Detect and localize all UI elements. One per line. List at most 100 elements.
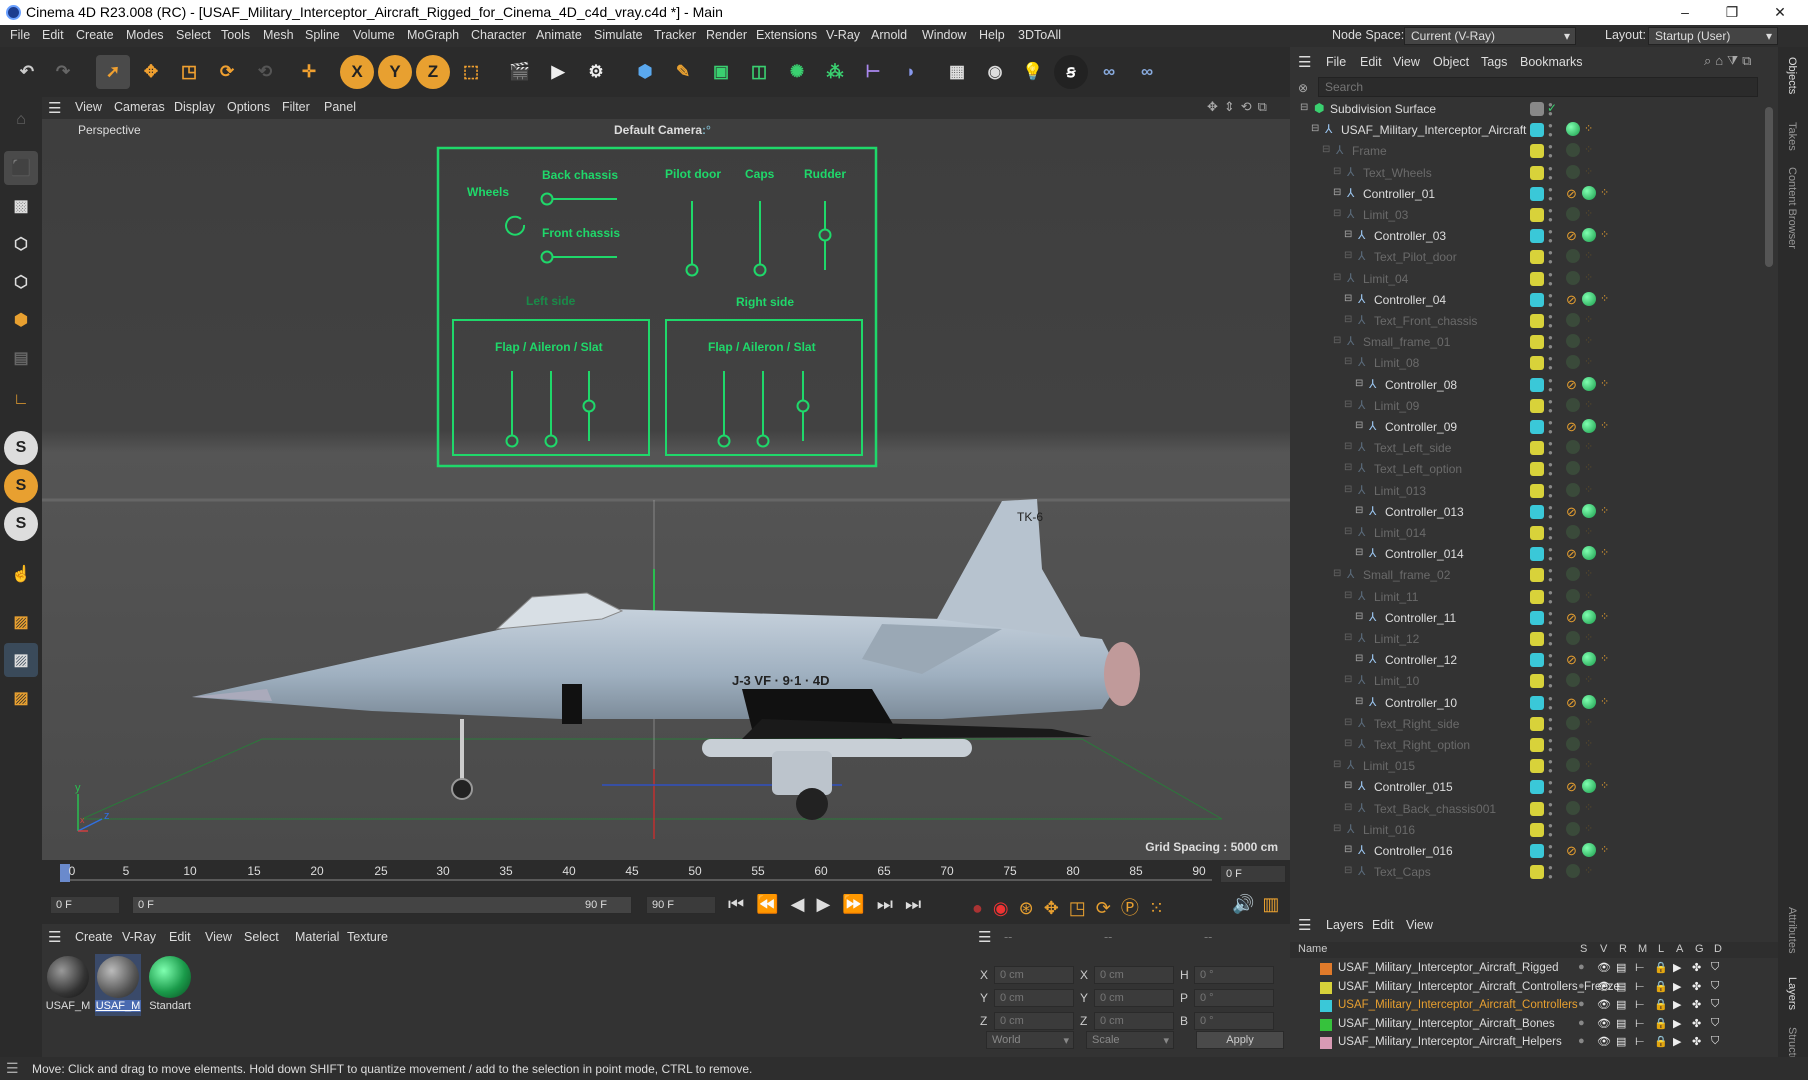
visibility-dots-icon[interactable]: ● ● — [1548, 694, 1553, 712]
expand-toggle-icon[interactable]: ⊟ — [1355, 420, 1363, 431]
expand-toggle-icon[interactable]: ⊟ — [1344, 738, 1352, 749]
xpresso-tag-icon[interactable]: ⁘ — [1584, 398, 1593, 411]
layer-color-icon[interactable] — [1530, 780, 1544, 795]
visibility-dots-icon[interactable]: ● ● — [1548, 588, 1553, 606]
play-icon[interactable]: ▶ — [816, 894, 842, 914]
xpresso-tag-icon[interactable]: ⁘ — [1584, 313, 1593, 326]
object-row[interactable]: ⊟ ⅄ USAF_Military_Interceptor_Aircraft ● ● ⁘ — [1290, 120, 1778, 141]
visibility-dots-icon[interactable]: ● ● — [1548, 354, 1553, 372]
layer-color-icon[interactable] — [1530, 186, 1544, 201]
pla-key-icon[interactable]: ⁙ — [1149, 898, 1174, 918]
xpresso-tag-icon[interactable]: ⁘ — [1584, 758, 1593, 771]
layer-color-icon[interactable] — [1530, 441, 1544, 456]
visible-icon[interactable]: 👁 — [1597, 998, 1611, 1011]
deformers-icon[interactable]: ⛉ — [1711, 1017, 1719, 1030]
material-tag-icon[interactable] — [1582, 779, 1596, 794]
material-tag-icon[interactable] — [1566, 313, 1580, 327]
menu-spline[interactable]: Spline — [305, 28, 340, 42]
coord-field[interactable]: 0 ° — [1194, 989, 1274, 1007]
vp-menu-filter[interactable]: Filter — [282, 100, 310, 114]
layer-color-icon[interactable] — [1530, 420, 1544, 434]
object-row[interactable]: ⊟ ⅄ Limit_08 ● ● ⁘ — [1290, 353, 1778, 374]
menu-tracker[interactable]: Tracker — [654, 28, 696, 42]
object-row[interactable]: ⊟ ⅄ Controller_09 ● ● ⊘ ⁘ — [1290, 417, 1778, 438]
protection-tag-icon[interactable]: ⊘ — [1566, 419, 1577, 435]
python-icon[interactable]: ∞ — [1092, 55, 1126, 89]
protection-tag-icon[interactable]: ⊘ — [1566, 292, 1577, 308]
workplane-lock-icon[interactable]: ▨ — [4, 643, 38, 677]
object-row[interactable]: ⊟ ⅄ Text_Right_option ● ● ⁘ — [1290, 735, 1778, 756]
object-row[interactable]: ⊟ ⅄ Limit_12 ● ● ⁘ — [1290, 629, 1778, 650]
visibility-dots-icon[interactable]: ● ● — [1548, 164, 1553, 182]
points-mode-icon[interactable]: ⬡ — [4, 227, 38, 261]
protection-tag-icon[interactable]: ⊘ — [1566, 546, 1577, 562]
layer-menu-edit[interactable]: Edit — [1372, 918, 1394, 932]
visibility-dots-icon[interactable]: ● ● — [1548, 651, 1553, 669]
coord-field[interactable]: 0 cm — [994, 1012, 1074, 1030]
layer-row[interactable]: USAF_Military_Interceptor_Aircraft_Rigge… — [1290, 960, 1778, 978]
rig-slider-left-slat[interactable] — [582, 399, 596, 413]
manager-icon[interactable]: ⊢ — [1635, 1035, 1645, 1048]
pen-icon[interactable]: ✎ — [666, 55, 700, 89]
layer-row[interactable]: USAF_Military_Interceptor_Aircraft_Contr… — [1290, 979, 1778, 997]
layer-color-icon[interactable] — [1530, 822, 1544, 837]
subdivision-icon[interactable]: ▣ — [704, 55, 738, 89]
xpresso-tag-icon[interactable]: ⁘ — [1584, 822, 1593, 835]
xpresso-tag-icon[interactable]: ⁘ — [1584, 440, 1593, 453]
render-icon[interactable]: ▤ — [1616, 998, 1626, 1011]
material-tag-icon[interactable] — [1582, 503, 1596, 518]
x-axis-button[interactable]: X — [340, 55, 374, 89]
go-to-end-icon[interactable]: ⏭ — [877, 894, 905, 914]
menu-edit[interactable]: Edit — [42, 28, 64, 42]
coordinate-system-icon[interactable]: ⬚ — [454, 55, 488, 89]
material-tag-icon[interactable] — [1566, 525, 1580, 539]
hamburger-icon[interactable]: ☰ — [48, 928, 61, 946]
make-editable-icon[interactable]: ⌂ — [4, 103, 38, 137]
vp-menu-options[interactable]: Options — [227, 100, 270, 114]
visibility-dots-icon[interactable]: ● ● — [1548, 630, 1553, 648]
mat-menu-edit[interactable]: Edit — [169, 930, 191, 944]
xpresso-tag-icon[interactable]: ⁘ — [1584, 143, 1593, 156]
generators-icon[interactable]: ✤ — [1692, 980, 1701, 993]
layer-color-icon[interactable] — [1530, 335, 1544, 350]
visibility-dots-icon[interactable]: ● ● — [1548, 142, 1553, 160]
material-tag-icon[interactable] — [1566, 821, 1580, 836]
menu-mesh[interactable]: Mesh — [263, 28, 294, 42]
material-tag-icon[interactable] — [1566, 334, 1580, 349]
expand-toggle-icon[interactable]: ⊟ — [1333, 208, 1341, 219]
layer-menu-layers[interactable]: Layers — [1326, 918, 1364, 932]
material-tag-icon[interactable] — [1582, 609, 1596, 624]
object-row[interactable]: ⊟ ⅄ Controller_015 ● ● ⊘ ⁘ — [1290, 777, 1778, 798]
deformers-icon[interactable]: ⛉ — [1711, 961, 1719, 974]
object-row[interactable]: ⊟ ⅄ Text_Back_chassis001 ● ● ⁘ — [1290, 799, 1778, 820]
rotate-tool-icon[interactable]: ⟳ — [210, 55, 244, 89]
menu-select[interactable]: Select — [176, 28, 211, 42]
object-row[interactable]: ⊟ ⅄ Controller_03 ● ● ⊘ ⁘ — [1290, 226, 1778, 247]
material-tag-icon[interactable] — [1582, 546, 1596, 561]
expand-toggle-icon[interactable]: ⊟ — [1333, 272, 1341, 283]
manager-icon[interactable]: ⊢ — [1635, 998, 1645, 1011]
obj-menu-object[interactable]: Object — [1433, 55, 1469, 69]
layer-color-icon[interactable] — [1530, 377, 1544, 392]
tab-attributes[interactable]: Attributes — [1786, 907, 1798, 953]
maximize-button[interactable]: ❐ — [1712, 2, 1752, 22]
solo-icon[interactable]: ● — [1578, 961, 1585, 973]
expand-toggle-icon[interactable]: ⊟ — [1344, 399, 1352, 410]
deformers-icon[interactable]: ⛉ — [1711, 998, 1719, 1011]
uv-mode-icon[interactable]: ▤ — [4, 341, 38, 375]
obj-menu-tags[interactable]: Tags — [1481, 55, 1507, 69]
protection-tag-icon[interactable]: ⊘ — [1566, 652, 1577, 668]
solo-icon[interactable]: ● — [1578, 980, 1585, 992]
mat-menu-texture[interactable]: Texture — [347, 930, 388, 944]
hamburger-icon[interactable]: ☰ — [6, 1060, 19, 1077]
menu-create[interactable]: Create — [76, 28, 114, 42]
object-row[interactable]: ⊟ ⅄ Limit_014 ● ● ⁘ — [1290, 523, 1778, 544]
material-tag-icon[interactable] — [1566, 864, 1580, 879]
menu-window[interactable]: Window — [922, 28, 966, 42]
expand-toggle-icon[interactable]: ⊟ — [1344, 844, 1352, 855]
protection-tag-icon[interactable]: ⊘ — [1566, 610, 1577, 626]
tab-objects[interactable]: Objects — [1786, 57, 1798, 94]
expand-toggle-icon[interactable]: ⊟ — [1344, 526, 1352, 537]
rig-slider-right-aileron[interactable] — [756, 434, 770, 448]
protection-tag-icon[interactable]: ⊘ — [1566, 377, 1577, 393]
